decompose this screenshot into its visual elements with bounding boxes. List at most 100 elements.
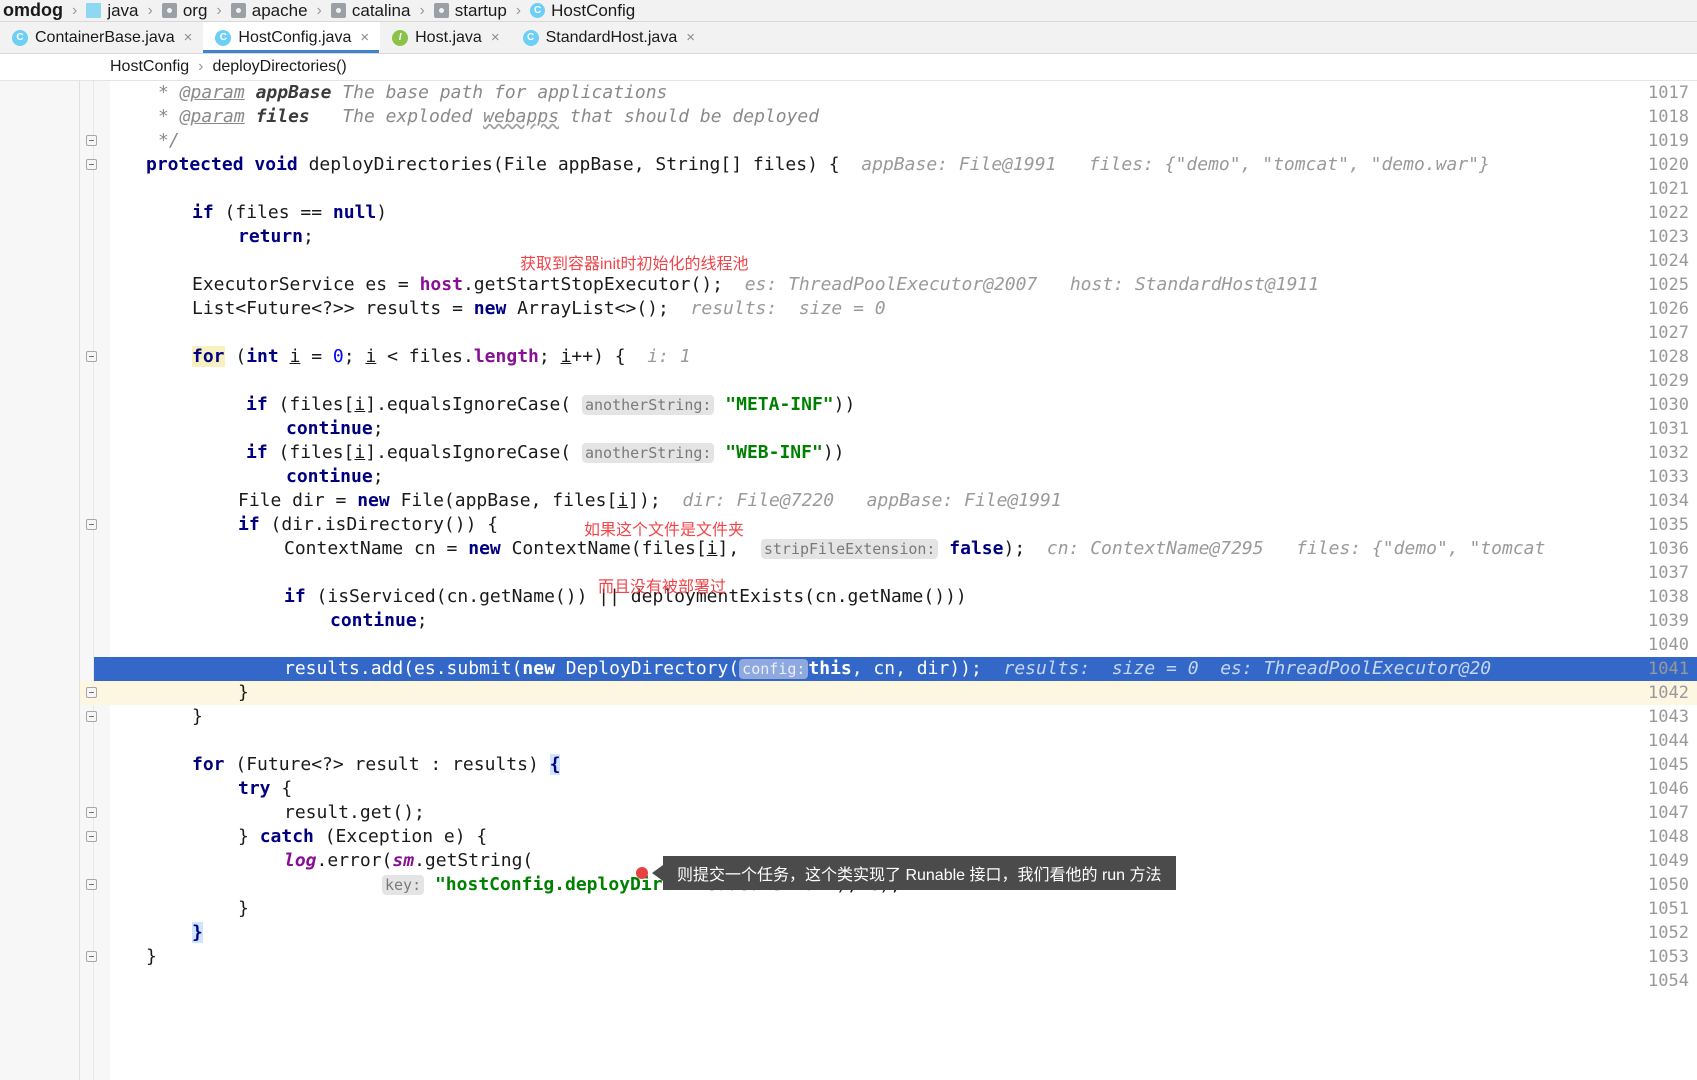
breakpoint-icon[interactable] — [636, 867, 648, 879]
tab-label: HostConfig.java — [238, 28, 352, 46]
code-line-1026[interactable]: List<Future<?>> results = new ArrayList<… — [94, 297, 886, 321]
editor-tab-bar[interactable]: C ContainerBase.java × C HostConfig.java… — [0, 22, 1697, 54]
code-line-1049[interactable]: log.error(sm.getString( — [94, 849, 533, 873]
navigation-breadcrumb-bar[interactable]: omdog › java › org › apache › catalina ›… — [0, 0, 1697, 22]
keyword-new: new — [473, 298, 507, 319]
tooltip-arrow — [652, 865, 663, 881]
breadcrumb-item-catalina[interactable]: catalina — [328, 0, 414, 21]
string-literal: "WEB-INF" — [725, 442, 823, 463]
code-line-1036[interactable]: ContextName cn = new ContextName(files[i… — [94, 537, 1545, 561]
close-icon[interactable]: × — [686, 30, 695, 45]
code-line-1023[interactable]: return; — [94, 225, 314, 249]
tab-standardhost-java[interactable]: C StandardHost.java × — [511, 22, 706, 53]
breadcrumb-separator: › — [316, 1, 322, 19]
code-line-1035[interactable]: if (dir.isDirectory()) { — [94, 513, 498, 537]
code-line-1020[interactable]: protected void deployDirectories(File ap… — [94, 153, 1490, 177]
code-line-1043[interactable]: } — [94, 705, 203, 729]
inline-hint: dir: File@7220 appBase: File@1991 — [682, 490, 1062, 511]
breadcrumb-item-org[interactable]: org — [159, 0, 211, 21]
keyword-return: return — [238, 226, 304, 247]
breadcrumb-item-project[interactable]: omdog — [0, 0, 66, 21]
breadcrumb-item-hostconfig[interactable]: C HostConfig — [527, 0, 638, 21]
field-sm: sm — [392, 850, 415, 871]
literal-zero: 0 — [332, 346, 344, 367]
code-line-1017[interactable]: * @param appBase The base path for appli… — [94, 81, 667, 105]
keyword-for: for — [192, 754, 225, 775]
code-line-1047[interactable]: result.get(); — [94, 801, 425, 825]
tab-hostconfig-java[interactable]: C HostConfig.java × — [203, 22, 381, 53]
code-line-1052[interactable]: } — [94, 921, 203, 945]
line-number: 1028 — [1648, 347, 1689, 367]
close-icon[interactable]: × — [491, 30, 500, 45]
code-text: (Future<?> result : results) — [224, 754, 550, 775]
member-breadcrumb[interactable]: HostConfig › deployDirectories() — [0, 54, 1697, 81]
code-line-1045[interactable]: for (Future<?> result : results) { — [94, 753, 561, 777]
close-icon[interactable]: × — [184, 30, 193, 45]
line-number: 1047 — [1648, 803, 1689, 823]
code-line-1030[interactable]: if (files[i].equalsIgnoreCase( anotherSt… — [94, 393, 855, 417]
inline-hint: i: 1 — [647, 346, 691, 367]
javadoc-text: The base path for applications — [342, 82, 668, 103]
module-icon — [86, 3, 102, 18]
code-line-1034[interactable]: File dir = new File(appBase, files[i]); … — [94, 489, 1062, 513]
code-line-1042[interactable]: } — [94, 681, 249, 705]
breadcrumb-item-apache[interactable]: apache — [228, 0, 311, 21]
tab-containerbase-java[interactable]: C ContainerBase.java × — [0, 22, 203, 53]
breadcrumb-separator: › — [515, 1, 522, 19]
breadcrumb-item-java[interactable]: java — [83, 0, 141, 21]
code-line-1051[interactable]: } — [94, 897, 249, 921]
line-number: 1053 — [1648, 947, 1689, 967]
keyword-if: if — [246, 394, 268, 415]
breadcrumb-item-startup[interactable]: startup — [431, 0, 510, 21]
code-editor[interactable]: 1017 1018 1019 1020 1021 1022 1023 1024 … — [0, 81, 1697, 1080]
code-text: (dir.isDirectory()) { — [259, 514, 499, 535]
folder-icon — [433, 3, 449, 18]
keyword-continue: continue — [330, 610, 417, 631]
code-line-1031[interactable]: continue; — [94, 417, 384, 441]
class-icon: C — [530, 3, 546, 18]
code-line-1018[interactable]: * @param files The exploded webapps that… — [94, 105, 819, 129]
code-line-1019[interactable]: */ — [94, 129, 180, 153]
close-icon[interactable]: × — [360, 30, 369, 45]
folder-icon — [230, 3, 246, 18]
keyword-void: void — [254, 154, 298, 175]
line-number: 1054 — [1648, 971, 1689, 991]
line-number: 1018 — [1648, 107, 1689, 127]
parameter-hint: key: — [382, 875, 425, 895]
code-text: .getStartStopExecutor(); — [462, 274, 724, 295]
breadcrumb-label: HostConfig — [551, 0, 636, 20]
code-line-1025[interactable]: ExecutorService es = host.getStartStopEx… — [94, 273, 1319, 297]
member-breadcrumb-class[interactable]: HostConfig — [110, 58, 189, 76]
code-line-1032[interactable]: if (files[i].equalsIgnoreCase( anotherSt… — [94, 441, 845, 465]
keyword-protected: protected — [146, 154, 244, 175]
member-breadcrumb-method[interactable]: deployDirectories() — [212, 58, 346, 76]
code-text: .getString( — [414, 850, 534, 871]
line-number: 1043 — [1648, 707, 1689, 727]
inline-hint: cn: ContextName@7295 files: {"demo", "to… — [1046, 538, 1546, 559]
code-line-1028[interactable]: for (int i = 0; i < files.length; i++) {… — [94, 345, 691, 369]
code-line-1039[interactable]: continue; — [94, 609, 428, 633]
line-number: 1044 — [1648, 731, 1689, 751]
code-line-1033[interactable]: continue; — [94, 465, 384, 489]
tab-host-java[interactable]: I Host.java × — [380, 22, 510, 53]
line-number: 1027 — [1648, 323, 1689, 343]
javadoc-star: * — [158, 106, 169, 127]
annotation-thread-pool: 获取到容器init时初始化的线程池 — [520, 256, 749, 273]
code-text: ContextName cn = — [284, 538, 469, 559]
code-line-1048[interactable]: } catch (Exception e) { — [94, 825, 487, 849]
line-number-gutter[interactable] — [0, 81, 80, 1080]
line-number: 1025 — [1648, 275, 1689, 295]
line-number: 1052 — [1648, 923, 1689, 943]
code-line-1022[interactable]: if (files == null) — [94, 201, 387, 225]
code-line-1038[interactable]: if (isServiced(cn.getName()) || deployme… — [94, 585, 967, 609]
code-text: , cn, dir)); — [851, 658, 982, 679]
code-line-1041[interactable]: results.add(es.submit(new DeployDirector… — [94, 657, 1491, 681]
code-line-1053[interactable]: } — [94, 945, 157, 969]
code-line-1046[interactable]: try { — [94, 777, 292, 801]
line-number: 1023 — [1648, 227, 1689, 247]
breadcrumb-label: org — [182, 0, 208, 20]
keyword-catch: catch — [259, 826, 314, 847]
parameter-hint: anotherString: — [581, 443, 715, 463]
keyword-new: new — [522, 658, 555, 679]
class-icon: C — [215, 29, 232, 46]
